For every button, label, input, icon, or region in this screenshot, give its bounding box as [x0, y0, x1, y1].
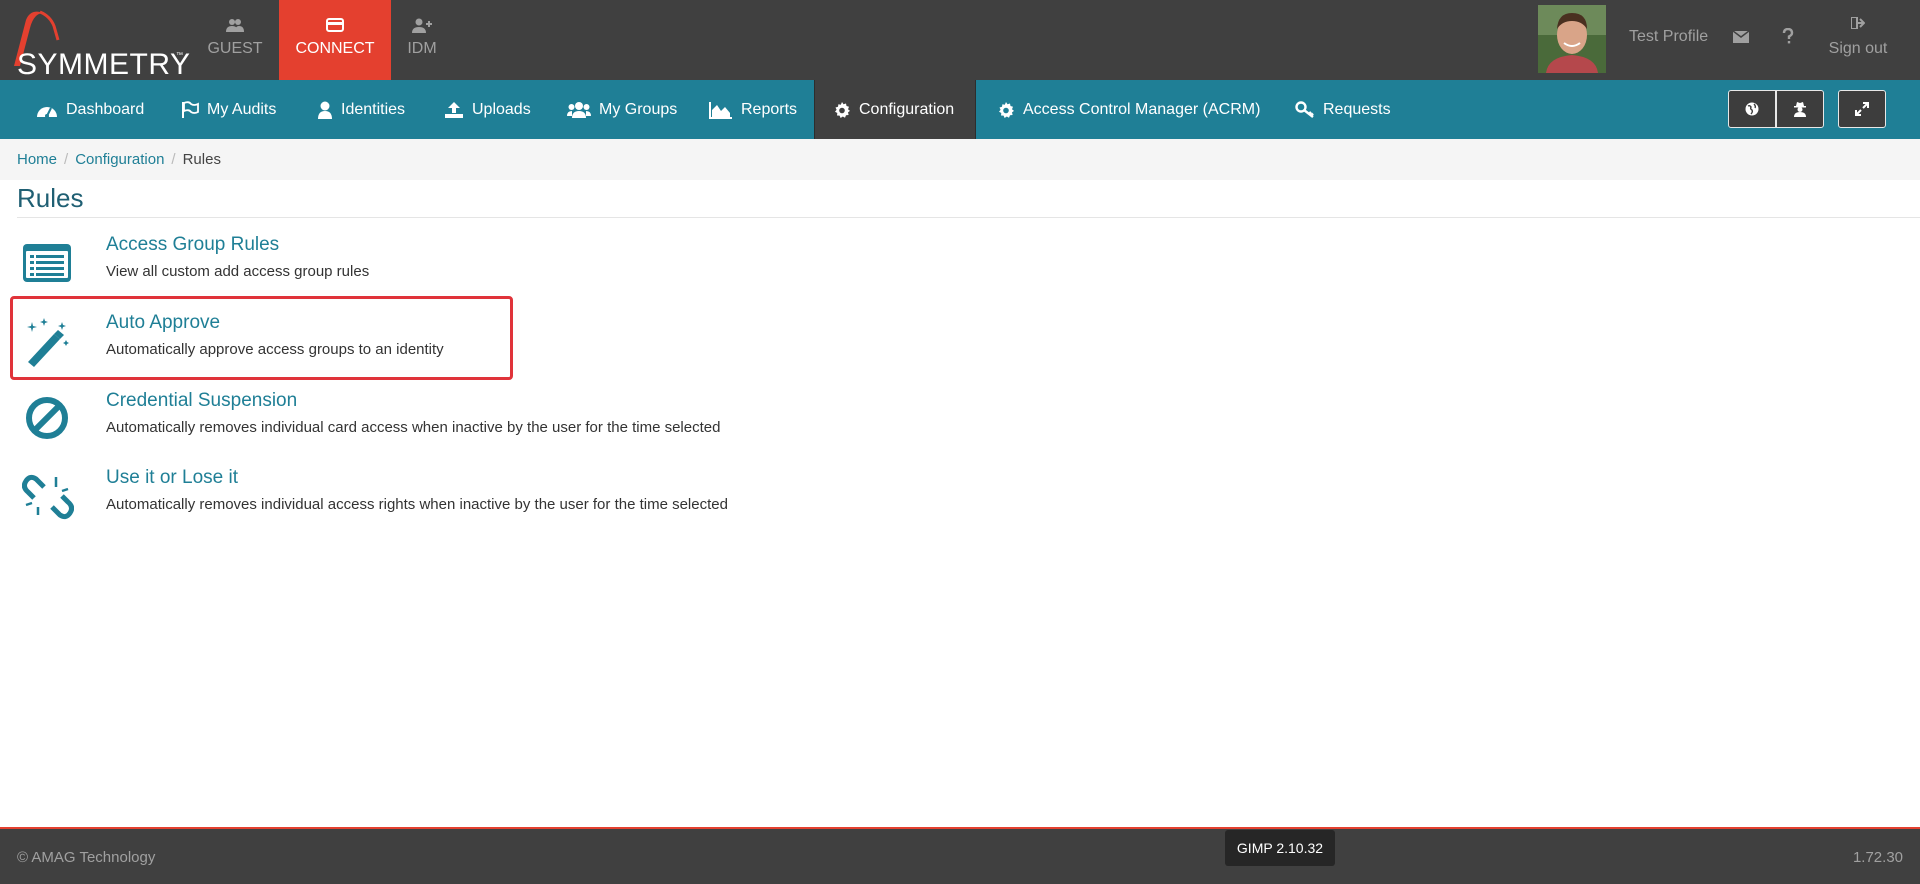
top-bar: SYMMETRY ™ GUEST CONNECT IDM Test Profil…: [0, 0, 1920, 81]
rule-description: Automatically removes individual card ac…: [106, 419, 721, 436]
app-tab-guest[interactable]: GUEST: [200, 0, 270, 80]
app-tab-label: IDM: [407, 40, 437, 57]
magic-wand-icon: [22, 316, 74, 368]
privacy-button[interactable]: [1776, 90, 1824, 128]
nav-uploads[interactable]: Uploads: [444, 80, 531, 139]
breadcrumb-current: Rules: [182, 151, 221, 168]
nav-acrm[interactable]: Access Control Manager (ACRM): [997, 80, 1260, 139]
card-icon: [279, 18, 391, 34]
globe-icon: [1745, 102, 1759, 116]
key-icon: [1295, 100, 1314, 118]
profile-name[interactable]: Test Profile: [1629, 28, 1708, 46]
rule-title[interactable]: Use it or Lose it: [106, 467, 238, 489]
app-tab-idm[interactable]: IDM: [400, 0, 444, 80]
nav-reports[interactable]: Reports: [709, 80, 797, 139]
area-chart-icon: [709, 101, 732, 119]
logo-text: SYMMETRY: [17, 48, 191, 81]
user-icon: [318, 101, 332, 119]
page-title: Rules: [17, 183, 84, 213]
sign-out-icon: [1850, 16, 1866, 33]
nav-dashboard[interactable]: Dashboard: [36, 80, 144, 139]
nav-identities[interactable]: Identities: [317, 80, 405, 139]
rule-title[interactable]: Auto Approve: [106, 312, 220, 334]
breadcrumb-configuration[interactable]: Configuration: [75, 151, 164, 168]
title-divider: [17, 217, 1920, 218]
app-tab-label: CONNECT: [295, 40, 375, 57]
breadcrumb: Home / Configuration / Rules: [0, 139, 1920, 180]
help-icon[interactable]: [1782, 27, 1794, 49]
logo-trademark: ™: [176, 52, 183, 59]
nav-label: Reports: [741, 100, 798, 118]
rule-description: Automatically approve access groups to a…: [106, 341, 444, 358]
breadcrumb-home[interactable]: Home: [17, 151, 57, 168]
rule-description: Automatically removes individual access …: [106, 496, 728, 513]
rule-use-it-or-lose-it[interactable]: Use it or Lose it Automatically removes …: [0, 467, 1000, 539]
symmetry-logo[interactable]: SYMMETRY ™: [6, 6, 190, 81]
fullscreen-button[interactable]: [1838, 90, 1886, 128]
copyright-text: © AMAG Technology: [17, 849, 156, 866]
rule-description: View all custom add access group rules: [106, 263, 370, 280]
nav-configuration[interactable]: Configuration: [814, 80, 976, 139]
app-tab-connect[interactable]: CONNECT: [279, 0, 391, 80]
nav-label: My Groups: [599, 100, 678, 118]
nav-my-audits[interactable]: My Audits: [181, 80, 276, 139]
nav-my-groups[interactable]: My Groups: [567, 80, 677, 139]
unlink-icon: [21, 471, 75, 523]
rule-title[interactable]: Access Group Rules: [106, 234, 279, 256]
rule-title[interactable]: Credential Suspension: [106, 390, 297, 412]
version-text: 1.72.30: [1852, 849, 1903, 866]
sign-out-label: Sign out: [1828, 40, 1888, 57]
user-secret-icon: [1794, 102, 1806, 117]
nav-requests[interactable]: Requests: [1295, 80, 1391, 139]
nav-label: Access Control Manager (ACRM): [1023, 100, 1261, 118]
dashboard-icon: [37, 106, 57, 118]
nav-label: Dashboard: [66, 100, 145, 118]
breadcrumb-separator: /: [171, 151, 176, 168]
users-icon: [200, 18, 270, 34]
list-icon: [22, 238, 74, 290]
app-tab-label: GUEST: [207, 40, 263, 57]
nav-label: Uploads: [472, 100, 531, 118]
nav-label: My Audits: [207, 100, 277, 118]
rule-credential-suspension[interactable]: Credential Suspension Automatically remo…: [0, 390, 1000, 462]
expand-icon: [1855, 102, 1869, 116]
main-nav: Dashboard My Audits Identities Uploads M…: [0, 80, 1920, 139]
language-button[interactable]: [1728, 90, 1776, 128]
rule-auto-approve[interactable]: Auto Approve Automatically approve acces…: [0, 312, 1000, 384]
gear-icon: [835, 101, 850, 118]
flag-icon: [182, 100, 199, 118]
nav-label: Requests: [1323, 100, 1391, 118]
avatar[interactable]: [1538, 5, 1606, 73]
gear-icon: [999, 101, 1014, 118]
taskbar-tooltip: GIMP 2.10.32: [1225, 830, 1335, 866]
user-plus-icon: [400, 18, 444, 34]
users-icon: [567, 101, 591, 118]
ban-icon: [22, 394, 74, 446]
envelope-icon[interactable]: [1732, 30, 1750, 48]
footer: © AMAG Technology 1.72.30: [0, 827, 1920, 884]
upload-icon: [445, 101, 463, 118]
nav-label: Configuration: [859, 100, 955, 118]
sign-out-button[interactable]: Sign out: [1826, 16, 1890, 58]
nav-label: Identities: [341, 100, 406, 118]
breadcrumb-separator: /: [64, 151, 69, 168]
